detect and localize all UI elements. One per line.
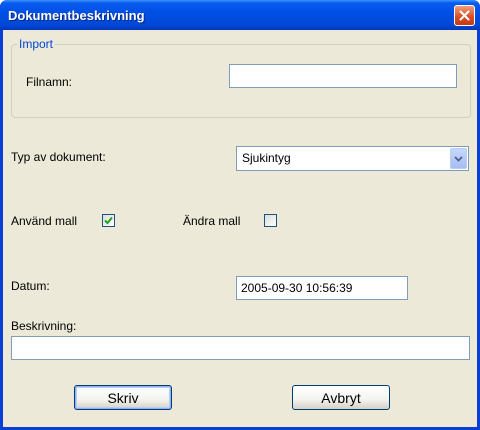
cancel-button[interactable]: Avbryt bbox=[292, 385, 390, 410]
dropdown-button[interactable] bbox=[450, 148, 467, 169]
dialog-window: Dokumentbeskrivning Filnamn: Import Typ … bbox=[0, 0, 480, 430]
use-template-checkbox[interactable] bbox=[102, 214, 115, 227]
document-type-select[interactable]: Sjukintyg bbox=[236, 146, 469, 171]
dialog-body: Filnamn: Import Typ av dokument: Sjukint… bbox=[3, 30, 477, 427]
title-bar[interactable]: Dokumentbeskrivning bbox=[0, 0, 480, 30]
import-group-legend: Import bbox=[17, 37, 56, 51]
edit-template-label: Ändra mall bbox=[183, 214, 241, 228]
description-input[interactable] bbox=[11, 336, 470, 360]
chevron-down-icon bbox=[454, 155, 463, 162]
use-template-label: Använd mall bbox=[11, 214, 78, 228]
close-button[interactable] bbox=[454, 5, 475, 26]
checkmark-icon bbox=[104, 216, 113, 225]
date-input[interactable]: 2005-09-30 10:56:39 bbox=[236, 276, 408, 300]
window-title: Dokumentbeskrivning bbox=[8, 8, 145, 23]
document-type-value: Sjukintyg bbox=[242, 151, 291, 165]
import-groupbox: Filnamn: bbox=[11, 44, 471, 118]
description-label: Beskrivning: bbox=[11, 319, 77, 333]
filename-input[interactable] bbox=[229, 64, 457, 88]
edit-template-checkbox[interactable] bbox=[264, 214, 277, 227]
filename-label: Filnamn: bbox=[26, 75, 73, 89]
date-label: Datum: bbox=[11, 279, 50, 293]
document-type-label: Typ av dokument: bbox=[11, 150, 106, 164]
close-icon bbox=[459, 10, 470, 21]
print-button[interactable]: Skriv bbox=[74, 385, 172, 410]
